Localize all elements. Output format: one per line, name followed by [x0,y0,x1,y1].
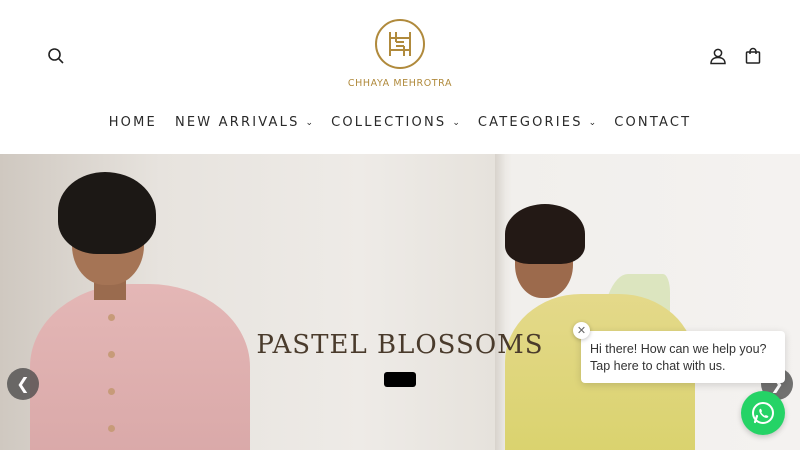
cart-button[interactable] [740,43,766,69]
main-nav: HOME NEW ARRIVALS ⌄ COLLECTIONS ⌄ CATEGO… [0,112,800,132]
nav-contact[interactable]: CONTACT [614,112,691,132]
nav-home[interactable]: HOME [109,112,157,132]
nav-new-arrivals-label: NEW ARRIVALS [174,114,300,130]
brand-logo[interactable]: CHHAYA MEHROTRA [340,18,460,98]
chevron-left-icon: ❮ [16,376,30,393]
slider-prev-button[interactable]: ❮ [7,368,39,400]
nav-collections[interactable]: COLLECTIONS ⌄ [331,112,460,132]
hero-title: PASTEL BLOSSOMS [256,330,544,360]
whatsapp-icon [752,402,774,424]
logo-mark-icon [375,19,425,69]
whatsapp-chat-button[interactable] [741,391,785,435]
chat-close-button[interactable]: ✕ [573,322,590,339]
nav-home-label: HOME [108,114,157,130]
account-button[interactable] [705,43,731,69]
hero-model-left-hair [58,172,156,254]
search-icon [48,48,64,64]
chat-message: Hi there! How can we help you? Tap here … [590,342,767,373]
hero-cta-button[interactable] [384,372,416,387]
hero-banner[interactable]: PASTEL BLOSSOMS ❮ ❯ [0,154,800,450]
site-header: CHHAYA MEHROTRA HOME NEW ARRIVALS ⌄ COLL… [0,0,800,154]
hero-model-right-hair [505,204,585,264]
chevron-down-icon: ⌄ [305,118,314,128]
hero-model-left [30,284,250,450]
kurta-buttons [108,314,116,434]
search-button[interactable] [43,43,69,69]
chevron-down-icon: ⌄ [588,118,597,128]
close-icon: ✕ [576,325,587,337]
nav-categories-label: CATEGORIES [477,114,583,130]
user-icon [710,48,726,65]
chevron-down-icon: ⌄ [452,118,460,128]
shopping-bag-icon [745,47,761,64]
nav-collections-label: COLLECTIONS [331,114,447,130]
nav-new-arrivals[interactable]: NEW ARRIVALS ⌄ [175,112,313,132]
hero-photo-background [495,154,505,450]
chat-popup[interactable]: Hi there! How can we help you? Tap here … [581,331,785,383]
nav-contact-label: CONTACT [614,114,692,130]
nav-categories[interactable]: CATEGORIES ⌄ [478,112,596,132]
brand-name: CHHAYA MEHROTRA [347,78,453,89]
